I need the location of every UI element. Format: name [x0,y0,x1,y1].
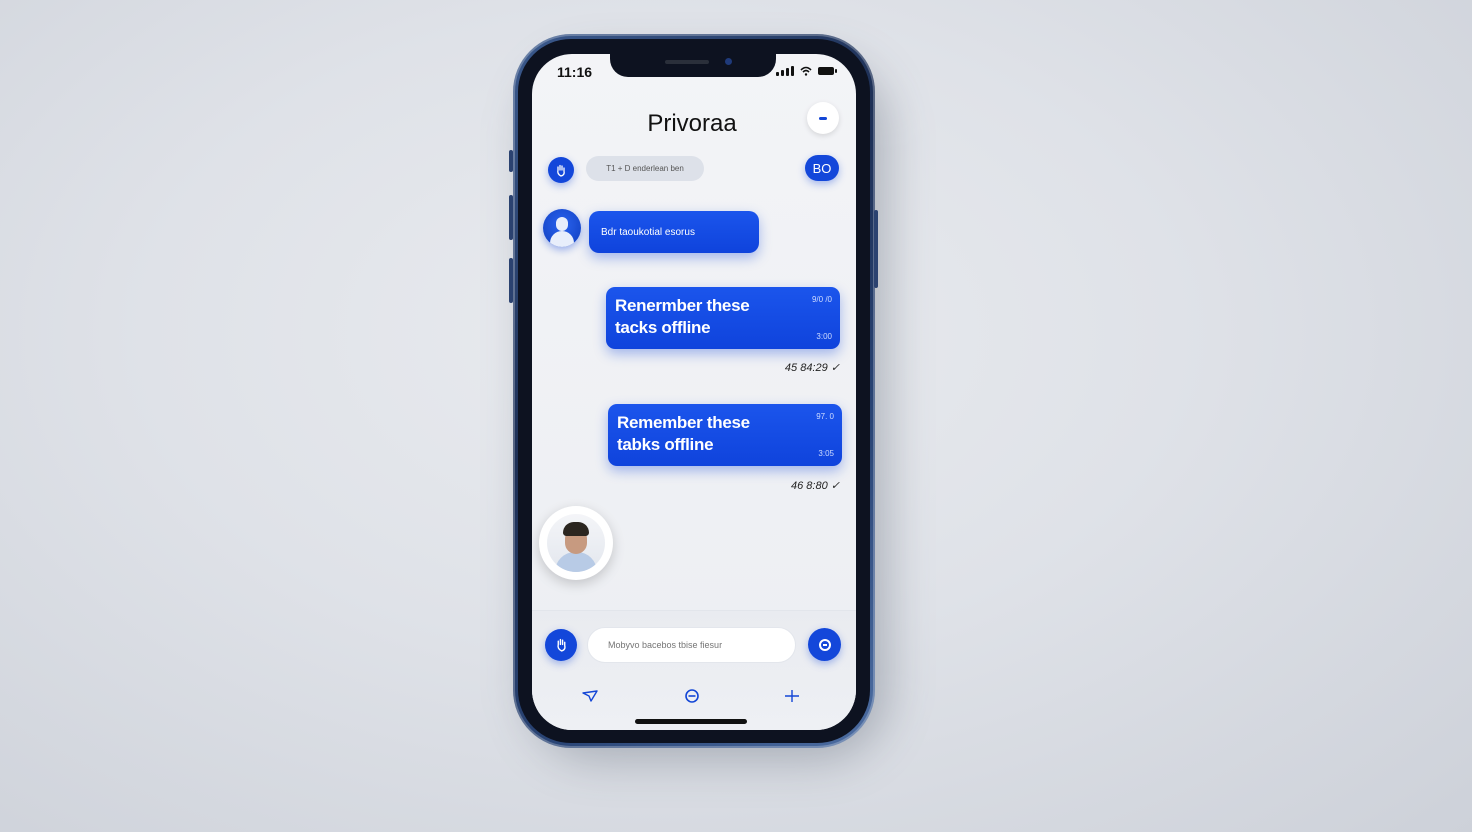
power-button [874,210,878,288]
nav-chats[interactable] [677,686,707,706]
home-indicator[interactable] [635,719,747,724]
message-meta: 3:00 [816,332,832,341]
message-text: Renermber these tacks offline [615,296,750,337]
message-text: Remember these tabks offline [617,413,750,454]
plus-icon [785,690,799,702]
message-meta: 9/0 /0 [811,295,832,304]
hand-icon [557,164,565,177]
volume-down-button [509,258,513,303]
counter-pill[interactable]: BO [805,155,839,181]
menu-button[interactable] [807,102,839,134]
notch [610,54,776,77]
attach-button[interactable] [545,629,577,661]
outgoing-message[interactable]: Remember these tabks offline 97. 0 3:05 [608,404,842,466]
gesture-button[interactable] [548,157,574,183]
contact-photo [547,514,605,572]
chat-icon [685,689,699,703]
paper-plane-icon [582,690,598,702]
nav-send[interactable] [575,686,605,706]
filter-chip[interactable]: T1 + D enderlean ben [586,156,704,181]
avatar-body [550,231,574,247]
mute-switch [509,150,513,172]
send-icon [818,638,831,651]
avatar[interactable] [543,209,581,247]
status-time: 11:16 [557,64,593,80]
signal-icon [776,66,794,76]
avatar-head [556,217,568,231]
front-camera [725,58,732,65]
message-timestamp: 45 84:29 ✓ [784,362,840,374]
outgoing-message[interactable]: Renermber these tacks offline 9/0 /0 3:0… [606,287,840,349]
wifi-icon [800,66,812,76]
message-meta: 3:05 [818,449,834,458]
status-icons [776,66,837,76]
menu-dots-icon [819,116,827,120]
contact-avatar[interactable] [539,506,613,580]
message-input[interactable] [587,627,796,663]
app-title: Privoraa [647,110,737,137]
message-text: Bdr taoukotial esorus [601,226,695,238]
phone-screen: 11:16 Privoraa T1 + D enderlean ben BO B… [532,54,856,730]
photo-hair [563,522,589,536]
message-meta: 97. 0 [816,412,834,421]
speaker [665,60,709,64]
battery-icon [818,67,837,75]
incoming-message[interactable]: Bdr taoukotial esorus [589,211,759,253]
photo-shirt [555,552,597,572]
nav-add[interactable] [777,686,807,706]
hand-icon [556,638,566,652]
send-button[interactable] [808,628,841,661]
volume-up-button [509,195,513,240]
message-timestamp: 46 8:80 ✓ [791,480,840,492]
